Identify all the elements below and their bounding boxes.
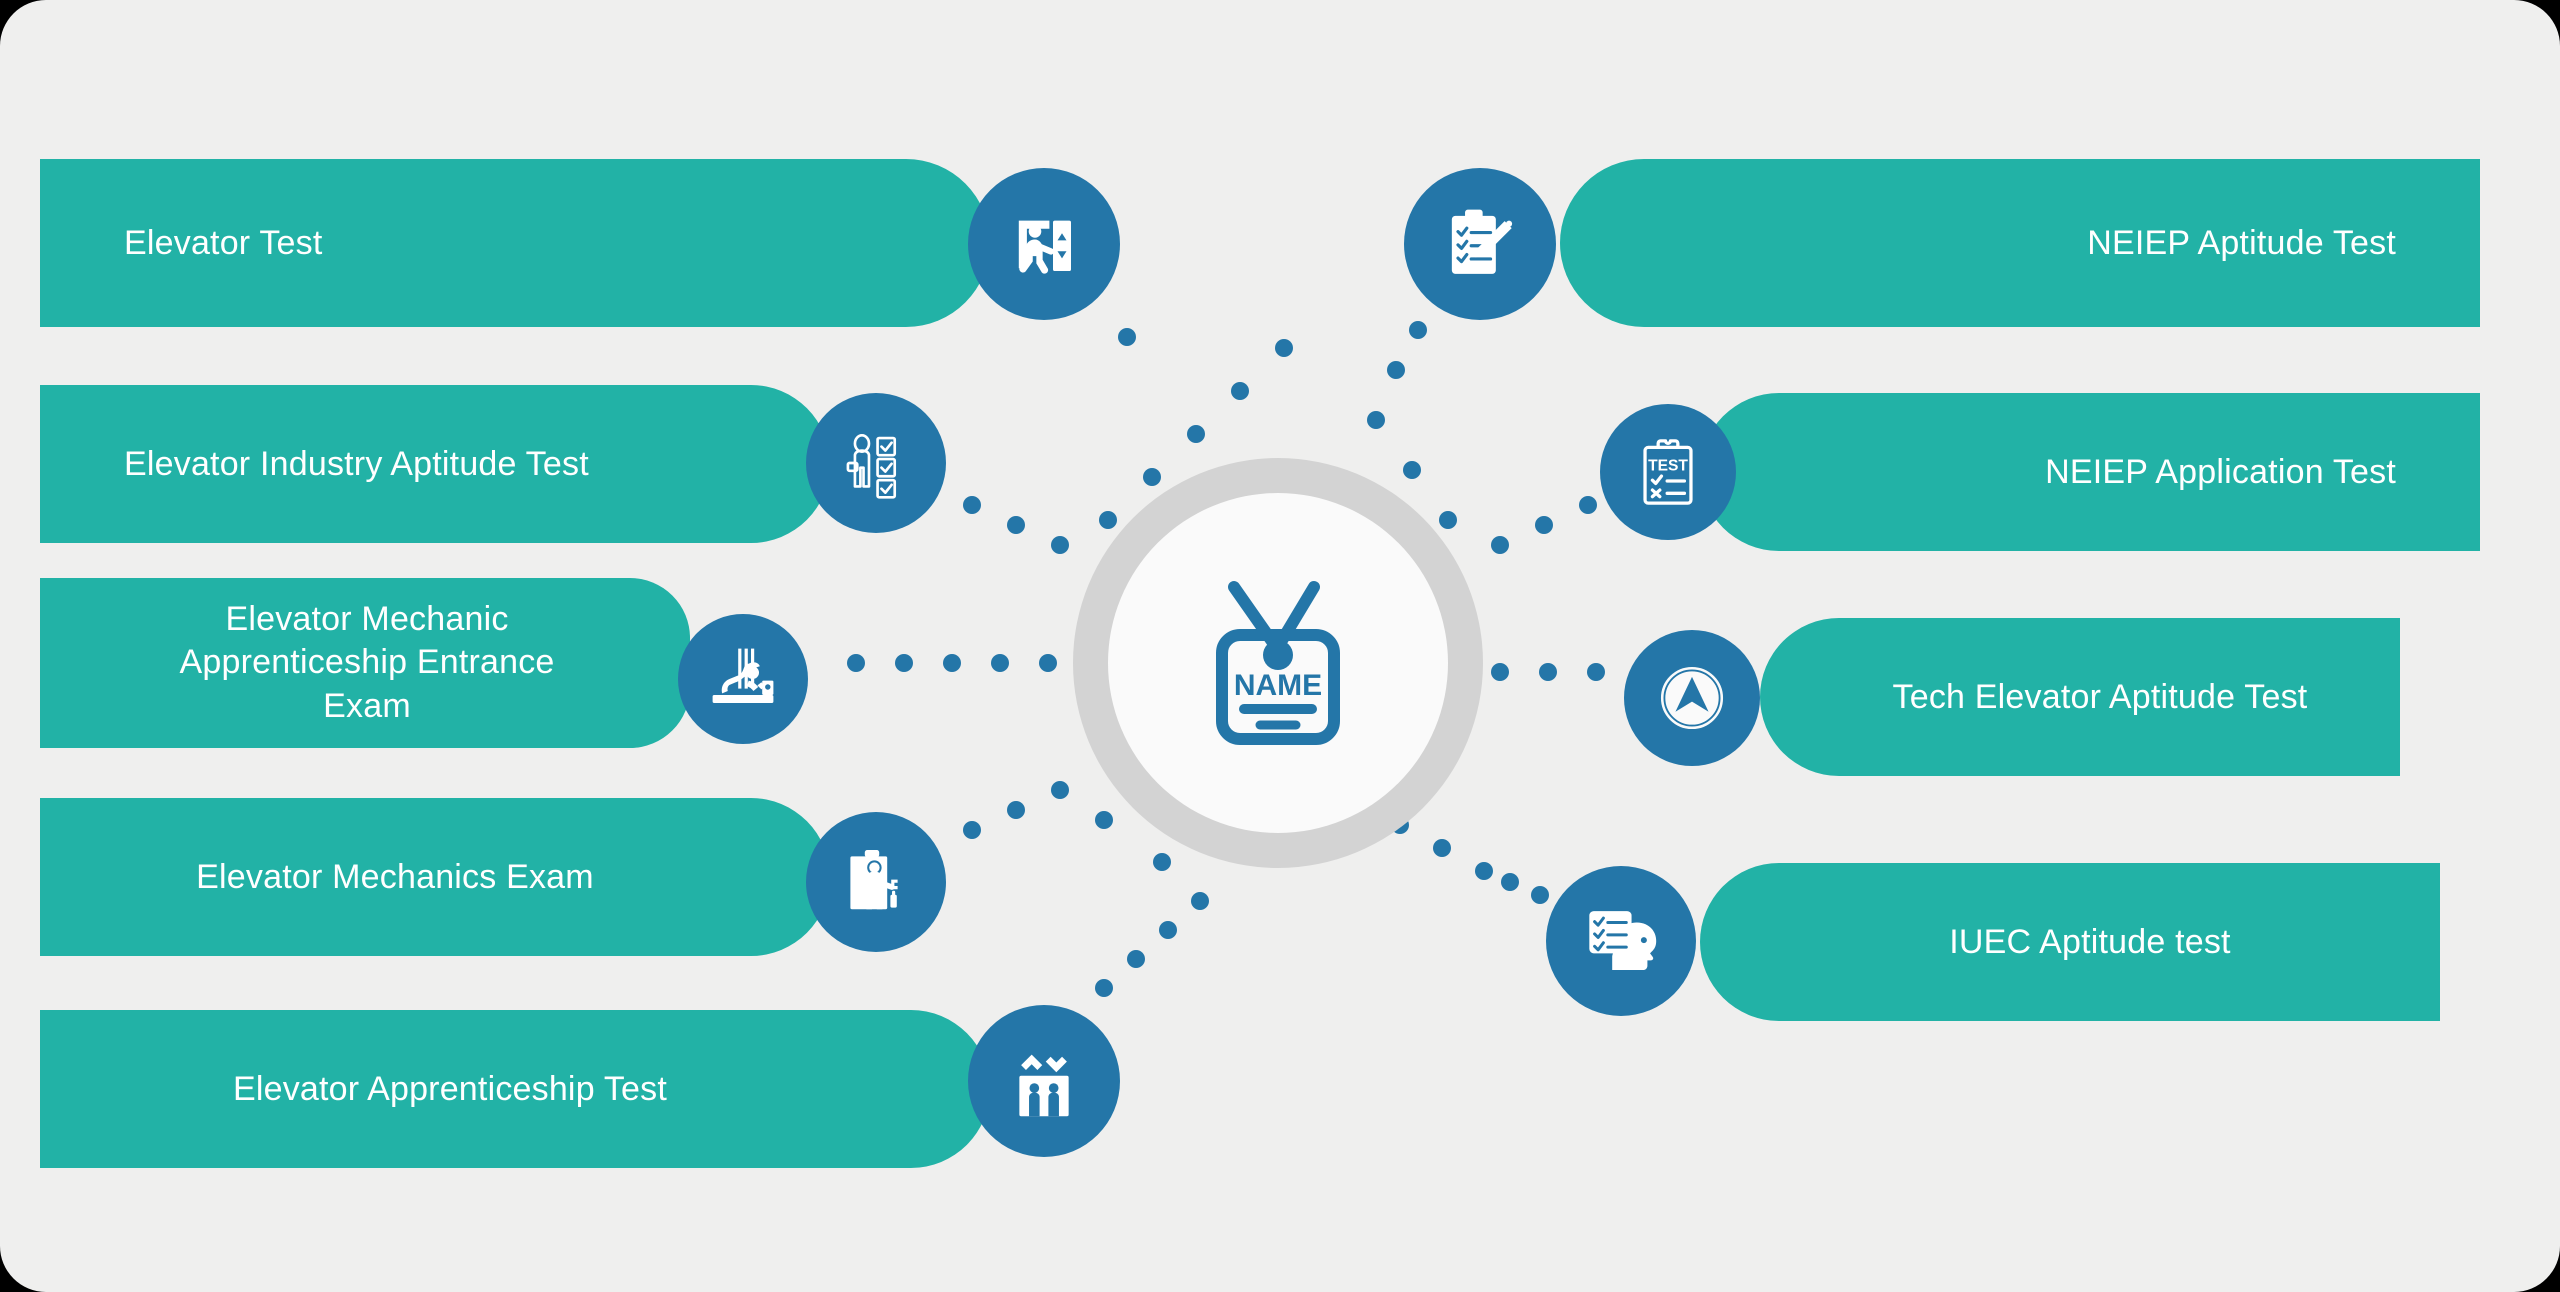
item-label: IUEC Aptitude test — [1949, 922, 2231, 961]
person-entering-elevator-icon — [1018, 220, 1071, 274]
person-checklist-icon — [846, 433, 897, 499]
item-pill-tech-elevator-aptitude-test[interactable]: Tech Elevator Aptitude Test — [1760, 618, 2400, 776]
item-label: Elevator Apprenticeship Test — [232, 1069, 667, 1108]
item-label: Elevator Industry Aptitude Test — [124, 444, 589, 483]
connector-left-upper — [963, 496, 1069, 554]
item-pill-elevator-mechanics-exam[interactable]: Elevator Mechanics Exam — [40, 798, 830, 956]
elevator-two-people-icon-circle[interactable] — [968, 1005, 1120, 1157]
technician-panel-icon — [850, 850, 898, 910]
svg-text:TEST: TEST — [1648, 457, 1688, 474]
item-pill-neiep-aptitude-test[interactable]: NEIEP Aptitude Test — [1560, 159, 2480, 327]
connector-left-middle — [847, 654, 1057, 672]
compass-arrow-icon-circle[interactable] — [1624, 630, 1760, 766]
clipboard-pencil-icon-circle[interactable] — [1404, 168, 1556, 320]
mechanic-wrench-icon-circle[interactable] — [678, 614, 808, 744]
diagram-canvas: Elevator Test Elevator Industry Aptitude… — [0, 0, 2560, 1292]
person-checklist-icon-circle[interactable] — [806, 393, 946, 533]
connector-lower-right — [1391, 816, 1549, 904]
badge-text: NAME — [1234, 669, 1322, 702]
item-pill-iuec-aptitude-test[interactable]: IUEC Aptitude test — [1700, 863, 2440, 1021]
technician-panel-icon-circle[interactable] — [806, 812, 946, 952]
clipboard-pencil-icon — [1451, 209, 1513, 274]
person-entering-elevator-icon-circle[interactable] — [968, 168, 1120, 320]
item-pill-elevator-mechanic-apprenticeship-entrance-exam[interactable]: Elevator Mechanic Apprenticeship Entranc… — [40, 578, 690, 748]
item-label: Elevator Test — [124, 223, 323, 262]
item-label: Tech Elevator Aptitude Test — [1892, 677, 2308, 716]
center-hub-inner: NAME — [1108, 493, 1448, 833]
head-checklist-icon-circle[interactable] — [1546, 866, 1696, 1016]
item-pill-elevator-apprenticeship-test[interactable]: Elevator Apprenticeship Test — [40, 1010, 990, 1168]
item-label: NEIEP Application Test — [2045, 452, 2396, 491]
connector-left-lower — [963, 781, 1069, 839]
item-pill-neiep-application-test[interactable]: NEIEP Application Test — [1700, 393, 2480, 551]
connector-right-upper — [1491, 496, 1597, 554]
item-pill-elevator-industry-aptitude-test[interactable]: Elevator Industry Aptitude Test — [40, 385, 830, 543]
clipboard-test-icon: TEST — [1643, 439, 1693, 505]
item-pill-elevator-test[interactable]: Elevator Test — [40, 159, 990, 327]
center-hub: NAME — [1073, 458, 1483, 868]
elevator-two-people-icon — [1019, 1054, 1069, 1117]
connector-right-middle — [1491, 663, 1605, 681]
head-checklist-icon — [1589, 911, 1657, 971]
item-label: NEIEP Aptitude Test — [2087, 223, 2396, 262]
mechanic-wrench-icon — [712, 648, 774, 703]
clipboard-test-icon-circle[interactable]: TEST — [1600, 404, 1736, 540]
item-label: Elevator Mechanics Exam — [196, 857, 594, 896]
name-badge-icon: NAME — [1216, 581, 1340, 745]
compass-arrow-icon — [1658, 664, 1726, 732]
item-label: Elevator Mechanic Apprenticeship Entranc… — [179, 599, 555, 725]
